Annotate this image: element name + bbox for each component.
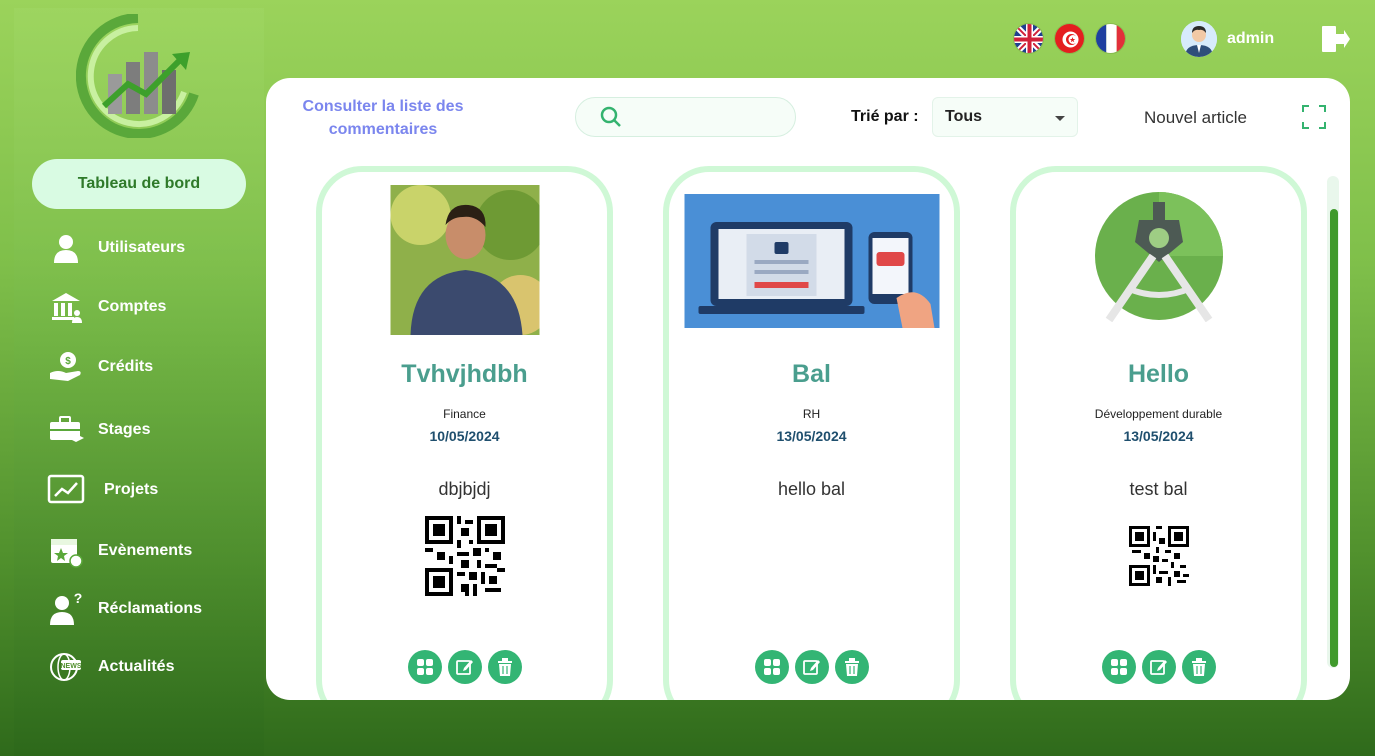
sidebar-item-credits[interactable]: $ Crédits: [46, 349, 153, 385]
article-date: 13/05/2024: [1123, 428, 1194, 444]
sidebar-item-actualites[interactable]: NEWS Actualités: [46, 649, 174, 685]
chevron-down-icon: [1055, 116, 1065, 121]
sidebar-item-label: Evènements: [98, 542, 193, 559]
sort-value: Tous: [945, 108, 983, 125]
article-category: RH: [802, 407, 821, 421]
edit-icon: [455, 660, 473, 675]
sidebar-item-label: Comptes: [98, 298, 167, 315]
edit-button[interactable]: [794, 650, 829, 684]
chart-board-icon: [46, 472, 86, 508]
new-article-button[interactable]: Nouvel article: [1144, 108, 1247, 128]
sidebar-item-label: Projets: [104, 481, 159, 498]
view-button[interactable]: [407, 650, 442, 684]
sidebar-item-projets[interactable]: Projets: [46, 472, 158, 508]
sort-select[interactable]: Tous: [932, 97, 1078, 137]
article-card: Hello Développement durable 13/05/2024 t…: [1010, 166, 1307, 700]
sidebar-item-label: Stages: [98, 421, 151, 438]
card-actions: [754, 650, 869, 684]
delete-button[interactable]: [1181, 650, 1216, 684]
main-panel: Consulter la liste des commentaires Trié…: [266, 78, 1350, 700]
article-title: Bal: [792, 360, 831, 388]
article-title: Hello: [1127, 360, 1190, 388]
edit-icon: [802, 660, 820, 675]
calendar-star-icon: [46, 533, 86, 569]
view-button[interactable]: [1101, 650, 1136, 684]
article-date: 13/05/2024: [776, 428, 847, 444]
trash-icon: [497, 658, 512, 676]
fullscreen-icon[interactable]: [1301, 104, 1327, 130]
logout-icon[interactable]: [1320, 24, 1350, 54]
scrollbar-thumb[interactable]: [1330, 209, 1338, 667]
sidebar-item-utilisateurs[interactable]: Utilisateurs: [46, 230, 185, 266]
article-image: [684, 194, 939, 328]
flag-france-icon[interactable]: [1095, 23, 1126, 54]
card-actions: [407, 650, 522, 684]
language-switcher: [1013, 23, 1126, 54]
edit-icon: [1149, 660, 1167, 675]
avatar: [1181, 21, 1217, 57]
flag-tunisia-icon[interactable]: [1054, 23, 1085, 54]
view-button[interactable]: [754, 650, 789, 684]
grid-icon: [1110, 659, 1127, 675]
app-logo[interactable]: [76, 14, 200, 138]
trash-icon: [844, 658, 859, 676]
sidebar-item-reclamations[interactable]: ? Réclamations: [46, 591, 202, 627]
article-card: Bal RH 13/05/2024 hello bal: [663, 166, 960, 700]
article-date: 10/05/2024: [429, 428, 500, 444]
article-description: hello bal: [777, 479, 846, 499]
dashboard-button[interactable]: Tableau de bord: [32, 159, 246, 209]
sidebar-item-label: Crédits: [98, 358, 154, 375]
sidebar-item-comptes[interactable]: Comptes: [46, 289, 166, 325]
svg-text:?: ?: [74, 591, 83, 606]
delete-button[interactable]: [487, 650, 522, 684]
grid-icon: [416, 659, 433, 675]
svg-text:$: $: [65, 356, 71, 367]
news-globe-icon: NEWS: [46, 649, 86, 685]
search-bar[interactable]: [575, 97, 796, 137]
edit-button[interactable]: [447, 650, 482, 684]
user-menu[interactable]: admin: [1181, 21, 1274, 57]
article-description: test bal: [1129, 479, 1188, 499]
article-card: Tvhvjhdbh Finance 10/05/2024 dbjbjdj: [316, 166, 613, 700]
flag-uk-icon[interactable]: [1013, 23, 1044, 54]
qr-code-image: [1128, 526, 1189, 586]
briefcase-icon: [46, 412, 86, 448]
user-name: admin: [1227, 30, 1275, 47]
article-description: dbjbjdj: [438, 479, 491, 499]
search-icon: [600, 106, 621, 127]
svg-text:NEWS: NEWS: [61, 663, 82, 670]
article-image: [390, 185, 539, 335]
article-image: [1094, 192, 1223, 322]
sidebar-item-label: Actualités: [98, 658, 175, 675]
user-question-icon: ?: [46, 591, 86, 627]
user-icon: [46, 230, 86, 266]
sidebar-item-label: Réclamations: [98, 600, 203, 617]
article-category: Finance: [443, 407, 486, 421]
qr-code-image: [424, 516, 505, 596]
article-category: Développement durable: [1094, 407, 1223, 421]
sidebar: Tableau de bord Utilisateurs Comptes $ C…: [14, 8, 264, 756]
sidebar-item-label: Utilisateurs: [98, 239, 186, 256]
sidebar-item-stages[interactable]: Stages: [46, 412, 150, 448]
card-actions: [1101, 650, 1216, 684]
grid-icon: [763, 659, 780, 675]
credit-hand-icon: $: [46, 349, 86, 385]
article-title: Tvhvjhdbh: [401, 360, 528, 388]
trash-icon: [1191, 658, 1206, 676]
search-input[interactable]: [630, 109, 790, 125]
bank-icon: [46, 289, 86, 325]
delete-button[interactable]: [834, 650, 869, 684]
page-title: Consulter la liste des commentaires: [302, 98, 464, 138]
sort-label: Trié par :: [851, 108, 919, 125]
edit-button[interactable]: [1141, 650, 1176, 684]
sidebar-item-evenements[interactable]: Evènements: [46, 533, 192, 569]
